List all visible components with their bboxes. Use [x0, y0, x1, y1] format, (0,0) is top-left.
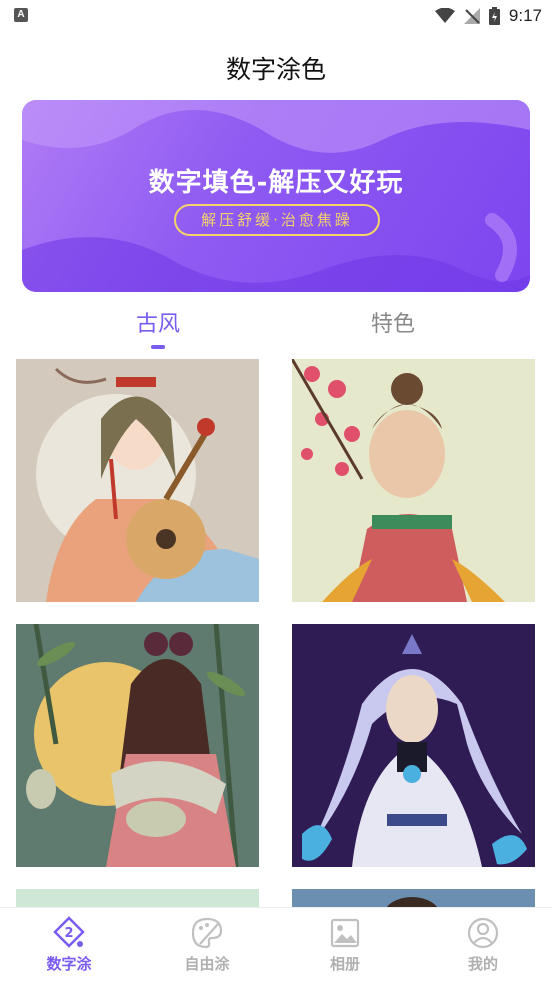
profile-icon: [467, 917, 499, 949]
palette-icon: [191, 917, 223, 949]
wifi-icon: [434, 8, 455, 23]
battery-icon: [488, 7, 500, 25]
nav-label: 相册: [329, 955, 360, 973]
bottom-nav: 2 数字涂 自由涂 相册 我的: [0, 907, 552, 981]
banner-headline: 数字填色-解压又好玩: [148, 168, 404, 198]
banner-tagline: 解压舒缓·治愈焦躁: [174, 204, 380, 236]
gallery-card-bamboo-rabbit[interactable]: [16, 624, 259, 867]
signal-icon: [463, 8, 480, 24]
tab-indicator: [151, 345, 165, 349]
nav-album[interactable]: 相册: [276, 908, 414, 982]
tab-gufeng[interactable]: 古风: [98, 308, 218, 342]
nav-free-paint[interactable]: 自由涂: [138, 908, 276, 982]
nav-label: 我的: [467, 955, 498, 973]
nav-number-paint[interactable]: 2 数字涂: [0, 908, 138, 982]
nav-label: 自由涂: [184, 955, 230, 973]
page-title: 数字涂色: [225, 55, 326, 84]
number-paint-icon: 2: [53, 916, 85, 948]
bamboo-rabbit-illustration: [26, 624, 246, 867]
badge-number: 2: [64, 926, 73, 941]
tab-tese[interactable]: 特色: [333, 308, 453, 342]
nav-label: 数字涂: [46, 955, 92, 973]
blossom-girl-illustration: [292, 359, 505, 602]
gallery-card-pipa-girl[interactable]: [16, 359, 259, 602]
nav-profile[interactable]: 我的: [414, 908, 552, 982]
category-tabs: 古风 特色: [0, 308, 552, 352]
silver-hair-man-illustration: [302, 634, 527, 867]
pipa-girl-illustration: [36, 367, 259, 602]
promo-banner[interactable]: 数字填色-解压又好玩 解压舒缓·治愈焦躁: [22, 100, 530, 292]
gallery-card-blossom-girl[interactable]: [292, 359, 535, 602]
status-bar: A 9:17: [0, 0, 552, 32]
gallery-card-silver-hair-man[interactable]: [292, 624, 535, 867]
status-time: 9:17: [508, 6, 542, 25]
notification-a-icon: A: [14, 8, 28, 22]
status-right: 9:17: [434, 5, 542, 27]
album-icon: [330, 918, 360, 948]
